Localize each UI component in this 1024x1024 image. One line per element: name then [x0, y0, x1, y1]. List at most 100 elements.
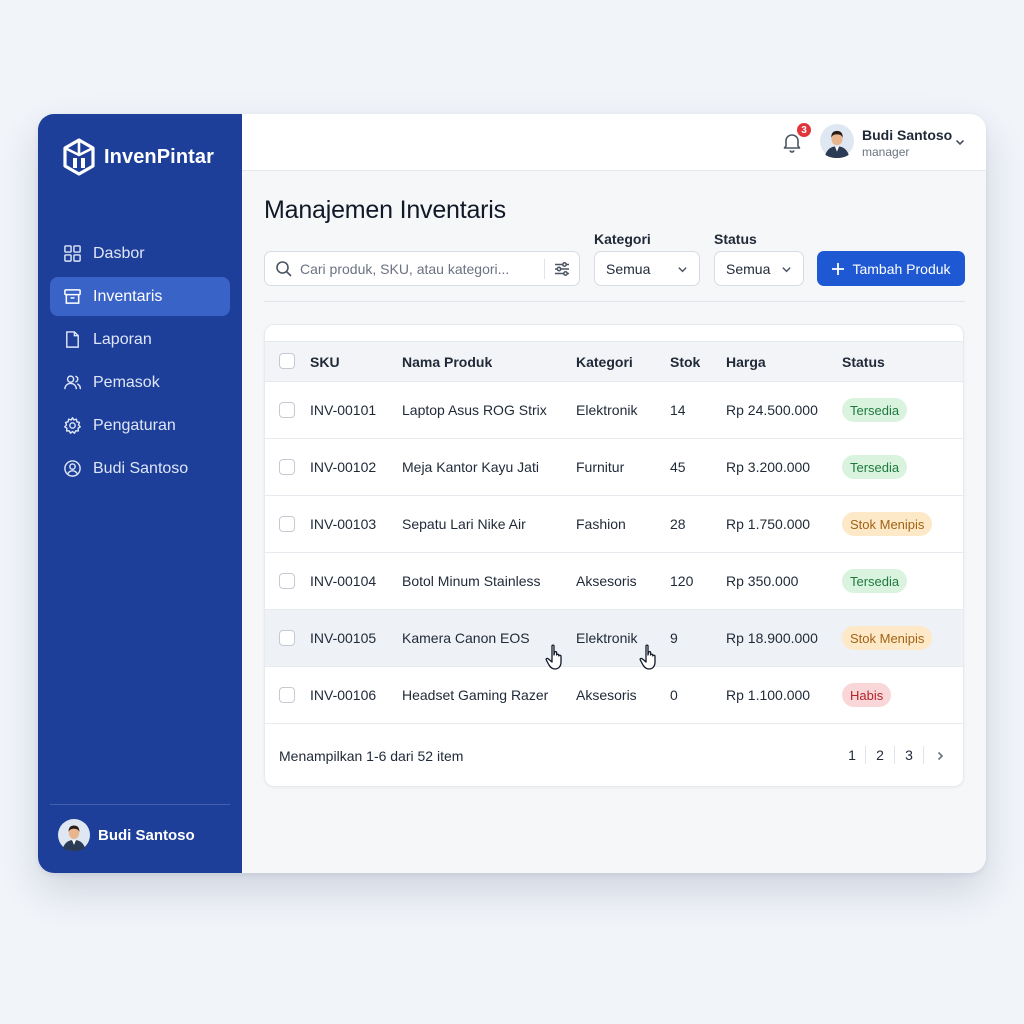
main-content: 3 Budi Santoso manager Manajemen Inventa… [242, 114, 986, 873]
cell-stock: 120 [670, 573, 694, 589]
status-badge: Tersedia [842, 569, 908, 593]
select-all-checkbox[interactable] [279, 353, 295, 369]
cell-category: Aksesoris [576, 687, 637, 703]
pager-divider [894, 746, 895, 764]
cell-name: Meja Kantor Kayu Jati [402, 459, 539, 475]
pager-divider [923, 746, 924, 764]
row-checkbox[interactable] [279, 630, 295, 646]
sidebar: InvenPintar Dasbor Inventaris Laporan Pe… [38, 114, 242, 873]
sidebar-item-inventaris[interactable]: Inventaris [50, 277, 230, 316]
inventory-table: SKU Nama Produk Kategori Stok Harga Stat… [264, 324, 964, 787]
plus-icon [832, 262, 845, 275]
cell-category: Fashion [576, 516, 626, 532]
cell-sku: INV-00101 [310, 402, 377, 418]
sidebar-user-name: Budi Santoso [98, 826, 195, 844]
toolbar-divider [264, 301, 965, 302]
row-checkbox[interactable] [279, 573, 295, 589]
sidebar-item-label: Budi Santoso [93, 459, 189, 477]
column-name[interactable]: Nama Produk [402, 354, 492, 370]
sidebar-item-label: Dasbor [93, 244, 145, 262]
avatar[interactable] [820, 124, 854, 158]
row-checkbox[interactable] [279, 516, 295, 532]
column-sku[interactable]: SKU [310, 354, 340, 370]
table-row[interactable]: INV-00104 Botol Minum Stainless Aksesori… [265, 553, 963, 610]
kategori-value: Semua [606, 260, 651, 277]
box-icon [64, 289, 81, 304]
cell-stock: 0 [670, 687, 678, 703]
status-label: Status [714, 231, 757, 247]
filter-sliders-icon[interactable] [553, 260, 571, 278]
chevron-down-icon [782, 267, 791, 273]
cell-sku: INV-00105 [310, 630, 377, 646]
column-stock[interactable]: Stok [670, 354, 700, 370]
brand[interactable]: InvenPintar [62, 138, 214, 176]
add-product-label: Tambah Produk [852, 260, 951, 277]
cell-stock: 9 [670, 630, 678, 646]
avatar [58, 819, 90, 851]
cell-stock: 45 [670, 459, 686, 475]
kategori-select[interactable]: Semua [594, 251, 700, 286]
status-badge: Tersedia [842, 398, 908, 422]
table-row[interactable]: INV-00101 Laptop Asus ROG Strix Elektron… [265, 382, 963, 439]
cell-price: Rp 3.200.000 [726, 459, 811, 475]
document-icon [66, 331, 79, 348]
sidebar-divider [50, 804, 230, 805]
kategori-label: Kategori [594, 231, 651, 247]
page-2-link[interactable]: 2 [873, 747, 887, 763]
cell-name: Kamera Canon EOS [402, 630, 530, 646]
status-badge: Tersedia [842, 455, 908, 479]
pager-divider [865, 746, 866, 764]
status-select[interactable]: Semua [714, 251, 804, 286]
add-product-button[interactable]: Tambah Produk [817, 251, 965, 286]
cell-sku: INV-00102 [310, 459, 377, 475]
cell-price: Rp 1.750.000 [726, 516, 811, 532]
table-row[interactable]: INV-00105 Kamera Canon EOS Elektronik 9 … [265, 610, 963, 670]
sidebar-item-laporan[interactable]: Laporan [50, 320, 230, 359]
table-row[interactable]: INV-00102 Meja Kantor Kayu Jati Furnitur… [265, 439, 963, 496]
column-category[interactable]: Kategori [576, 354, 633, 370]
cell-stock: 28 [670, 516, 686, 532]
sidebar-user[interactable]: Budi Santoso [58, 819, 195, 851]
search-divider [544, 259, 545, 279]
sidebar-item-label: Pemasok [93, 373, 160, 391]
cell-price: Rp 18.900.000 [726, 630, 818, 646]
cell-category: Aksesoris [576, 573, 637, 589]
sidebar-item-dasbor[interactable]: Dasbor [50, 234, 230, 273]
row-checkbox[interactable] [279, 459, 295, 475]
column-status[interactable]: Status [842, 354, 885, 370]
page-3-link[interactable]: 3 [902, 747, 916, 763]
column-price[interactable]: Harga [726, 354, 766, 370]
user-role: manager [862, 145, 910, 159]
table-header: SKU Nama Produk Kategori Stok Harga Stat… [265, 341, 963, 382]
page-title: Manajemen Inventaris [264, 196, 506, 224]
cell-name: Laptop Asus ROG Strix [402, 402, 547, 418]
table-row[interactable]: INV-00106 Headset Gaming Razer Aksesoris… [265, 667, 963, 724]
chevron-down-icon[interactable] [954, 136, 966, 148]
topbar: 3 Budi Santoso manager [242, 114, 986, 171]
cell-stock: 14 [670, 402, 686, 418]
cell-name: Headset Gaming Razer [402, 687, 549, 703]
cell-price: Rp 24.500.000 [726, 402, 818, 418]
status-badge: Stok Menipis [842, 626, 933, 650]
row-checkbox[interactable] [279, 687, 295, 703]
chevron-down-icon [678, 267, 687, 273]
cell-category: Elektronik [576, 402, 638, 418]
status-badge: Stok Menipis [842, 512, 933, 536]
sidebar-item-profile[interactable]: Budi Santoso [50, 449, 230, 488]
cell-price: Rp 350.000 [726, 573, 799, 589]
sidebar-item-pemasok[interactable]: Pemasok [50, 363, 230, 402]
user-name[interactable]: Budi Santoso [862, 127, 952, 143]
chevron-right-icon[interactable] [934, 750, 946, 762]
page-1-link[interactable]: 1 [845, 747, 859, 763]
sidebar-item-label: Laporan [93, 330, 152, 348]
cell-name: Botol Minum Stainless [402, 573, 541, 589]
cell-sku: INV-00104 [310, 573, 377, 589]
search-input[interactable] [300, 260, 536, 277]
pagination-summary: Menampilkan 1-6 dari 52 item [279, 748, 464, 764]
grid-icon [64, 245, 81, 262]
table-row[interactable]: INV-00103 Sepatu Lari Nike Air Fashion 2… [265, 496, 963, 553]
status-badge: Habis [842, 683, 892, 707]
sidebar-item-pengaturan[interactable]: Pengaturan [50, 406, 230, 445]
row-checkbox[interactable] [279, 402, 295, 418]
app-name: InvenPintar [104, 145, 215, 168]
